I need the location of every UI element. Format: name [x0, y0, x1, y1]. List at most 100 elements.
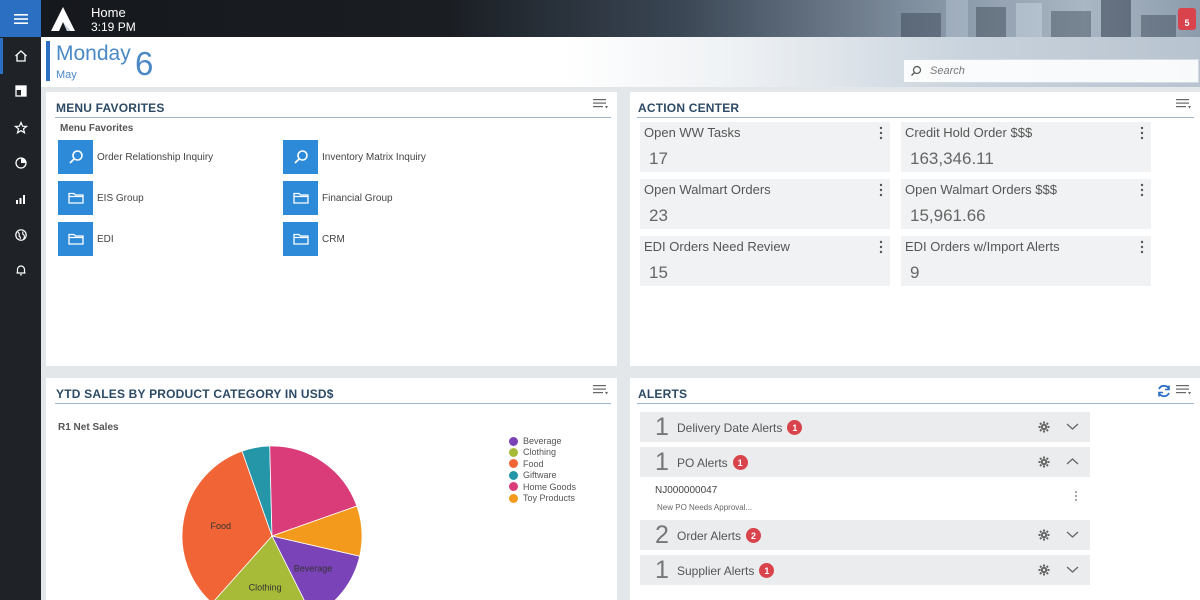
- alert-count-badge: 2: [746, 528, 762, 543]
- legend-swatch: [509, 482, 518, 492]
- star-icon: [13, 121, 28, 135]
- rail-item-favorites[interactable]: [0, 110, 41, 146]
- more-options-icon[interactable]: [878, 126, 884, 140]
- legend-item-home-goods[interactable]: Home Goods: [509, 482, 576, 492]
- action-center-panel: ACTION CENTER Open WW Tasks 17 Credit Ho…: [630, 92, 1200, 366]
- gear-icon[interactable]: [1038, 529, 1050, 541]
- legend-item-food[interactable]: Food: [509, 459, 544, 469]
- refresh-icon[interactable]: [1156, 383, 1172, 399]
- search-icon: [68, 150, 83, 164]
- date-day: 6: [135, 45, 154, 82]
- rail-item-reports[interactable]: [0, 145, 41, 181]
- alert-row-supplier[interactable]: 1 Supplier Alerts 1: [640, 555, 1090, 585]
- favorite-label: Financial Group: [322, 192, 393, 204]
- alert-row-delivery-date[interactable]: 1 Delivery Date Alerts 1: [640, 412, 1090, 442]
- bar-chart-icon: [15, 195, 25, 204]
- panel-title: MENU FAVORITES: [56, 101, 165, 115]
- legend-swatch: [509, 436, 518, 446]
- legend-label: Beverage: [523, 436, 562, 446]
- home-icon: [14, 50, 27, 62]
- legend-label: Clothing: [523, 447, 557, 458]
- legend-swatch: [509, 447, 518, 457]
- pie-label-clothing: Clothing: [249, 583, 282, 593]
- alert-count-badge: 1: [732, 455, 748, 470]
- gear-icon[interactable]: [1038, 456, 1050, 468]
- globe-icon: [14, 229, 27, 241]
- kpi-tile-edi-orders-need-review[interactable]: EDI Orders Need Review 15: [640, 236, 890, 286]
- legend-label: Home Goods: [523, 481, 577, 492]
- favorite-label: Inventory Matrix Inquiry: [322, 151, 426, 163]
- search-icon: [911, 65, 922, 76]
- rail-item-notifications[interactable]: [0, 252, 41, 288]
- favorite-financial-group[interactable]: Financial Group: [283, 181, 393, 215]
- kpi-tile-credit-hold-order[interactable]: Credit Hold Order $$$ 163,346.11: [901, 122, 1151, 172]
- chevron-down-icon[interactable]: [1066, 422, 1079, 431]
- legend-item-toy-products[interactable]: Toy Products: [509, 493, 575, 503]
- favorite-label: EDI: [97, 233, 114, 245]
- chevron-down-icon[interactable]: [1066, 565, 1079, 574]
- kpi-tile-edi-orders-import-alerts[interactable]: EDI Orders w/Import Alerts 9: [901, 236, 1151, 286]
- legend-swatch: [509, 493, 518, 503]
- favorite-edi[interactable]: EDI: [58, 222, 114, 256]
- alert-detail-item[interactable]: NJ000000047 New PO Needs Approval...: [640, 478, 1090, 518]
- kpi-tile-open-ww-tasks[interactable]: Open WW Tasks 17: [640, 122, 890, 172]
- gear-icon[interactable]: [1038, 564, 1050, 576]
- search-icon: [293, 150, 308, 164]
- panel-menu-icon[interactable]: [593, 98, 609, 110]
- more-options-icon[interactable]: [1139, 240, 1145, 254]
- more-options-icon[interactable]: [878, 183, 884, 197]
- notification-badge[interactable]: 5: [1178, 8, 1196, 30]
- folder-icon: [67, 233, 84, 245]
- favorite-crm[interactable]: CRM: [283, 222, 345, 256]
- alert-count-badge: 1: [787, 420, 803, 435]
- page-title: Home: [91, 5, 126, 20]
- date-bar: Monday May 6: [41, 37, 1200, 87]
- pie-label-beverage: Beverage: [294, 563, 333, 573]
- legend-label: Giftware: [523, 470, 557, 481]
- kpi-tile-open-walmart-orders[interactable]: Open Walmart Orders 23: [640, 179, 890, 229]
- legend-item-giftware[interactable]: Giftware: [509, 470, 557, 480]
- panel-menu-icon[interactable]: [1176, 384, 1192, 396]
- legend-label: Toy Products: [523, 493, 576, 503]
- panel-menu-icon[interactable]: [1176, 98, 1192, 110]
- hamburger-button[interactable]: [0, 0, 41, 37]
- chevron-up-icon[interactable]: [1066, 457, 1079, 466]
- chevron-down-icon[interactable]: [1066, 530, 1079, 539]
- favorite-eis-group[interactable]: EIS Group: [58, 181, 144, 215]
- dashboard-icon: [14, 85, 27, 97]
- gear-icon[interactable]: [1038, 421, 1050, 433]
- favorite-inventory-matrix-inquiry[interactable]: Inventory Matrix Inquiry: [283, 140, 426, 174]
- bell-icon: [16, 265, 25, 276]
- date-weekday: Monday: [56, 42, 131, 65]
- legend-swatch: [509, 470, 518, 480]
- panel-title: ACTION CENTER: [638, 101, 740, 115]
- app-logo[interactable]: [49, 5, 77, 33]
- folder-icon: [67, 192, 84, 204]
- more-options-icon[interactable]: [1139, 126, 1145, 140]
- favorite-order-relationship-inquiry[interactable]: Order Relationship Inquiry: [58, 140, 213, 174]
- folder-icon: [292, 192, 309, 204]
- date-month: May: [56, 69, 77, 81]
- legend-item-clothing[interactable]: Clothing: [509, 447, 556, 457]
- kpi-tile-open-walmart-orders-amount[interactable]: Open Walmart Orders $$$ 15,961.66: [901, 179, 1151, 229]
- ytd-sales-panel: YTD SALES BY PRODUCT CATEGORY IN USD$ R1…: [46, 378, 617, 600]
- app-header: Home 3:19 PM 5: [41, 0, 1200, 37]
- alert-row-po[interactable]: 1 PO Alerts 1: [640, 447, 1090, 477]
- more-options-icon[interactable]: [878, 240, 884, 254]
- rail-item-web[interactable]: [0, 217, 41, 253]
- legend-label: Food: [523, 458, 544, 469]
- clock-chart-icon: [14, 157, 27, 169]
- legend-swatch: [509, 459, 518, 469]
- more-options-icon[interactable]: [1074, 490, 1078, 502]
- more-options-icon[interactable]: [1139, 183, 1145, 197]
- rail-item-home[interactable]: [0, 38, 41, 74]
- search-input[interactable]: [930, 65, 1180, 77]
- legend-item-beverage[interactable]: Beverage: [509, 436, 562, 446]
- menu-favorites-panel: MENU FAVORITES Menu Favorites Order Rela…: [46, 92, 617, 366]
- search-box[interactable]: [903, 59, 1199, 83]
- rail-item-analytics[interactable]: [0, 181, 41, 217]
- rail-item-dashboard[interactable]: [0, 73, 41, 109]
- alert-row-order[interactable]: 2 Order Alerts 2: [640, 520, 1090, 550]
- alert-count-badge: 1: [759, 563, 775, 578]
- panel-title: ALERTS: [638, 387, 688, 401]
